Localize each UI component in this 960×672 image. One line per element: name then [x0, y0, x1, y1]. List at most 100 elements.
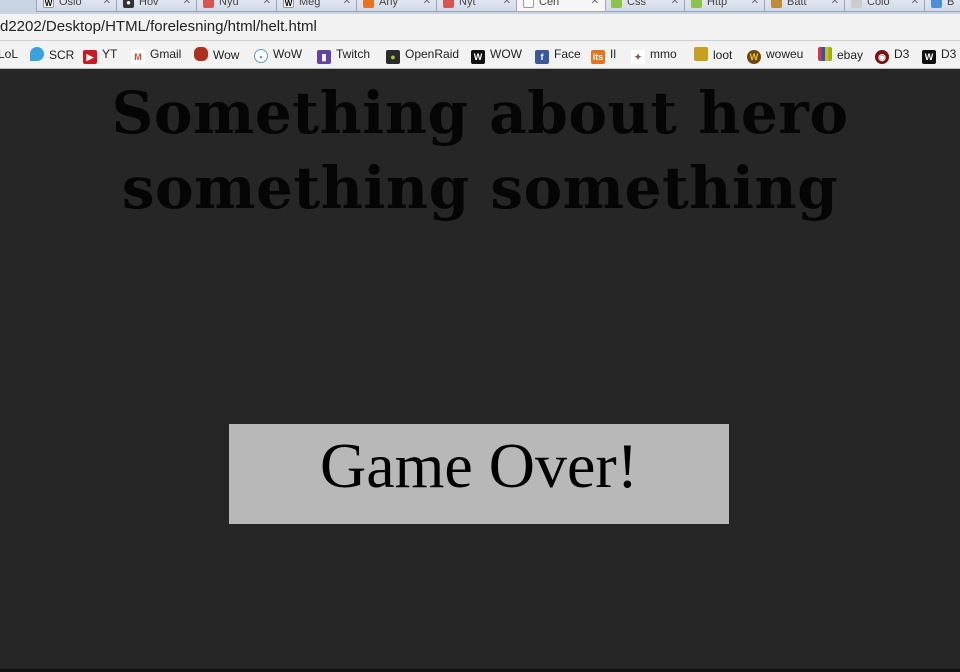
bookmark-label: Gmail — [150, 47, 182, 61]
tab-label: Nyt — [459, 0, 476, 8]
bookmark-wow-reddit[interactable]: • WoW — [254, 47, 302, 63]
close-icon[interactable]: ✕ — [503, 0, 511, 7]
tab-label: Colo — [867, 0, 890, 8]
runner-icon: ✦ — [631, 50, 645, 64]
bookmark-ebay[interactable]: ebay — [818, 47, 863, 63]
ebay-icon — [818, 47, 832, 61]
shoe-icon — [194, 47, 208, 61]
bookmark-twitch[interactable]: ▮ Twitch — [317, 47, 371, 64]
tab-label: Cen — [539, 0, 560, 8]
close-icon[interactable]: ✕ — [343, 0, 351, 7]
bookmark-label: D3 — [941, 47, 957, 61]
close-icon[interactable]: ✕ — [183, 0, 191, 7]
hero-title: Something about hero something something — [0, 76, 960, 226]
tab[interactable]: Nyt ✕ — [436, 0, 518, 12]
battle-icon — [771, 0, 782, 8]
hero-title-line-1: Something about hero — [111, 79, 849, 147]
address-bar[interactable]: d2202/Desktop/HTML/forelesning/html/helt… — [0, 14, 960, 41]
w-icon: W — [471, 50, 485, 64]
bookmark-label: ebay — [837, 48, 864, 62]
bookmark-icon — [203, 0, 214, 8]
bookmark-label: WoW — [273, 47, 303, 61]
orange-icon — [363, 0, 374, 8]
game-over-text: Game Over! — [319, 430, 639, 501]
bookmark-facebook[interactable]: f Face — [535, 47, 581, 64]
blue-icon — [931, 0, 942, 8]
bookmark-label: mmo — [650, 47, 677, 61]
w-icon: W — [922, 50, 936, 64]
openraid-icon: ● — [386, 50, 400, 64]
wow-logo-icon: W — [747, 50, 761, 64]
gmail-icon: M — [131, 50, 145, 64]
bookmarks-bar: LoL SCR ▶ YT M Gmail Wow • WoW ▮ Twitch ● Ope… — [0, 41, 960, 69]
bookmark-label: loot — [713, 48, 733, 62]
green-icon — [611, 0, 622, 8]
tab[interactable]: Http ✕ — [684, 0, 766, 12]
tab[interactable]: Nyu ✕ — [196, 0, 278, 12]
bookmark-lol[interactable]: LoL — [0, 47, 18, 63]
tab-label: Batt — [787, 0, 807, 8]
bookmark-gmail[interactable]: M Gmail — [131, 47, 182, 64]
tab[interactable]: B — [924, 0, 960, 12]
tab-strip: W Oslo ✕ ● Hov ✕ Nyu ✕ W Meg ✕ Any ✕ Nyt… — [0, 0, 960, 14]
bookmark-openraid[interactable]: ● OpenRaid — [386, 47, 460, 64]
bookmark-label: SCR — [49, 48, 75, 62]
bookmark-d3[interactable]: ◉ D3 — [875, 47, 910, 64]
tab[interactable]: ● Hov ✕ — [116, 0, 198, 12]
close-icon[interactable]: ✕ — [831, 0, 839, 7]
bookmark-label: OpenRaid — [405, 47, 460, 61]
bookmark-its[interactable]: its Il — [591, 47, 616, 64]
bookmark-label: WOW — [490, 47, 522, 61]
close-icon[interactable]: ✕ — [591, 0, 599, 7]
tab[interactable]: W Oslo ✕ — [36, 0, 118, 12]
tab-label: Oslo — [59, 0, 82, 8]
bookmark-scr[interactable]: SCR — [30, 47, 74, 63]
tab-label: B — [947, 0, 955, 8]
close-icon[interactable]: ✕ — [671, 0, 679, 7]
close-icon[interactable]: ✕ — [103, 0, 111, 7]
diablo-icon: ◉ — [875, 50, 889, 64]
green-icon — [691, 0, 702, 8]
close-icon[interactable]: ✕ — [423, 0, 431, 7]
bookmark-loot[interactable]: loot — [694, 47, 732, 63]
bookmark-yt[interactable]: ▶ YT — [83, 47, 118, 64]
tab-label: Nyu — [219, 0, 239, 8]
bookmark-label: LoL — [0, 47, 19, 61]
its-icon: its — [591, 50, 605, 64]
bookmark-label: Wow — [213, 48, 240, 62]
tab-label: Http — [707, 0, 728, 8]
bookmark-label: YT — [102, 47, 118, 61]
bookmark-wow[interactable]: Wow — [194, 47, 239, 63]
reddit-icon: • — [254, 49, 268, 63]
bookmark-wow-w[interactable]: W WOW — [471, 47, 522, 64]
bookmark-label: Twitch — [336, 47, 371, 61]
tab-label: Hov — [139, 0, 159, 8]
tab-label: Any — [379, 0, 398, 8]
facebook-icon: f — [535, 50, 549, 64]
url-field[interactable]: d2202/Desktop/HTML/forelesning/html/helt… — [0, 18, 317, 35]
bookmark-label: D3 — [894, 47, 910, 61]
tab-label: Meg — [299, 0, 321, 8]
bookmark-d3-w[interactable]: W D3 — [922, 47, 957, 64]
bookmark-woweu[interactable]: Wwoweu — [747, 47, 804, 64]
bookmark-icon — [443, 0, 454, 8]
twitch-icon: ▮ — [317, 50, 331, 64]
hero-title-line-2: something something — [121, 154, 839, 222]
tab[interactable]: Css ✕ — [604, 0, 686, 12]
close-icon[interactable]: ✕ — [911, 0, 919, 7]
bookmark-label: woweu — [766, 47, 804, 61]
tab[interactable]: Colo ✕ — [844, 0, 926, 12]
tab[interactable]: W Meg ✕ — [276, 0, 358, 12]
page-icon — [851, 0, 862, 8]
droplet-icon — [30, 47, 44, 61]
bookmark-mmo[interactable]: ✦ mmo — [631, 47, 677, 64]
bookmark-label: Il — [610, 47, 616, 61]
tab-active[interactable]: Cen ✕ — [516, 0, 606, 12]
close-icon[interactable]: ✕ — [751, 0, 759, 7]
close-icon[interactable]: ✕ — [263, 0, 271, 7]
loot-icon — [694, 47, 708, 61]
tab[interactable]: Batt ✕ — [764, 0, 846, 12]
game-over-box: Game Over! — [229, 424, 729, 524]
tab[interactable]: Any ✕ — [356, 0, 438, 12]
page-content: Something about hero something something… — [0, 70, 960, 670]
